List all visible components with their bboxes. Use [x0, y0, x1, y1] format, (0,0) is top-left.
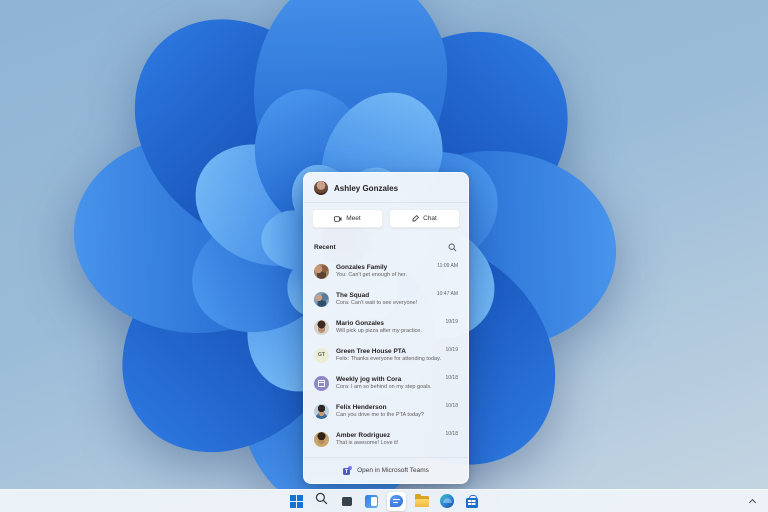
- meet-button[interactable]: Meet: [312, 209, 383, 228]
- start-button[interactable]: [287, 492, 306, 511]
- store-button[interactable]: [462, 492, 481, 511]
- taskbar-search-button[interactable]: [312, 492, 331, 511]
- conversation-row-felix-henderson[interactable]: Felix Henderson Can you drive me to the …: [304, 397, 468, 425]
- conversation-name: Green Tree House PTA: [336, 348, 441, 356]
- task-view-button[interactable]: [337, 492, 356, 511]
- conversation-name: Felix Henderson: [336, 404, 424, 412]
- desktop: Ashley Gonzales Meet Chat Recent: [0, 0, 768, 512]
- conversation-name: Amber Rodriguez: [336, 432, 398, 440]
- conversation-time: 10:47 AM: [437, 291, 458, 297]
- conversation-preview: You: Can't get enough of her.: [336, 272, 407, 279]
- conversation-row-gonzales-family[interactable]: Gonzales Family You: Can't get enough of…: [304, 257, 468, 285]
- chat-button-taskbar[interactable]: [387, 492, 406, 511]
- conversation-name: Mario Gonzales: [336, 320, 422, 328]
- widgets-icon: [365, 495, 378, 508]
- group-photo-avatar: [314, 264, 329, 279]
- calendar-avatar: [314, 376, 329, 391]
- conversation-time: 11:09 AM: [437, 263, 458, 269]
- photo-avatar: [314, 320, 329, 335]
- edge-icon: [440, 494, 454, 508]
- search-icon[interactable]: [446, 241, 458, 253]
- edge-button[interactable]: [437, 492, 456, 511]
- conversation-time: 10/18: [445, 403, 458, 409]
- windows-logo-icon: [290, 495, 303, 508]
- conversation-preview: Cora: Can't wait to see everyone!: [336, 300, 417, 307]
- conversation-preview: Felix: Thanks everyone for attending tod…: [336, 356, 441, 363]
- meet-button-label: Meet: [346, 215, 360, 222]
- open-in-teams-link[interactable]: T Open in Microsoft Teams: [304, 457, 468, 483]
- action-buttons: Meet Chat: [304, 203, 468, 235]
- conversation-list: Gonzales Family You: Can't get enough of…: [304, 257, 468, 457]
- conversation-name: Gonzales Family: [336, 264, 407, 272]
- compose-icon: [412, 215, 419, 222]
- open-in-teams-label: Open in Microsoft Teams: [357, 467, 429, 474]
- conversation-row-the-squad[interactable]: The Squad Cora: Can't wait to see everyo…: [304, 285, 468, 313]
- chat-bubble-icon: [390, 495, 403, 507]
- group-photo-avatar: [314, 292, 329, 307]
- teams-logo-icon: T: [343, 466, 352, 475]
- chat-button-label: Chat: [423, 215, 437, 222]
- task-view-icon: [339, 494, 355, 509]
- initials-avatar: GT: [314, 348, 329, 363]
- recent-header: Recent: [304, 235, 468, 257]
- conversation-preview: Will pick up pizza after my practice.: [336, 328, 422, 335]
- widgets-button[interactable]: [362, 492, 381, 511]
- chat-button[interactable]: Chat: [389, 209, 460, 228]
- folder-icon: [415, 496, 429, 507]
- conversation-row-amber-rodriguez[interactable]: Amber Rodriguez That is awesome! Love it…: [304, 425, 468, 453]
- conversation-row-mario-gonzales[interactable]: Mario Gonzales Will pick up pizza after …: [304, 313, 468, 341]
- teams-chat-flyout: Ashley Gonzales Meet Chat Recent: [303, 172, 469, 484]
- conversation-preview: Can you drive me to the PTA today?: [336, 412, 424, 419]
- conversation-time: 10/19: [445, 347, 458, 353]
- conversation-time: 10/18: [445, 375, 458, 381]
- conversation-name: Weekly jog with Cora: [336, 376, 432, 384]
- conversation-preview: Cora: I am so behind on my step goals.: [336, 384, 432, 391]
- search-icon: [315, 492, 328, 510]
- conversation-row-green-tree-house-pta[interactable]: GT Green Tree House PTA Felix: Thanks ev…: [304, 341, 468, 369]
- chevron-up-icon[interactable]: [749, 498, 756, 505]
- conversation-time: 10/19: [445, 319, 458, 325]
- user-name: Ashley Gonzales: [334, 184, 398, 193]
- user-avatar[interactable]: [314, 181, 328, 195]
- photo-avatar: [314, 432, 329, 447]
- calendar-icon: [318, 380, 325, 387]
- recent-label: Recent: [314, 244, 336, 251]
- conversation-preview: That is awesome! Love it!: [336, 440, 398, 447]
- taskbar: [0, 489, 768, 512]
- conversation-row-weekly-jog-with-cora[interactable]: Weekly jog with Cora Cora: I am so behin…: [304, 369, 468, 397]
- conversation-name: The Squad: [336, 292, 417, 300]
- photo-avatar: [314, 404, 329, 419]
- video-camera-icon: [334, 216, 342, 222]
- conversation-time: 10/18: [445, 431, 458, 437]
- flyout-header: Ashley Gonzales: [304, 173, 468, 203]
- file-explorer-button[interactable]: [412, 492, 431, 511]
- store-icon: [466, 498, 478, 508]
